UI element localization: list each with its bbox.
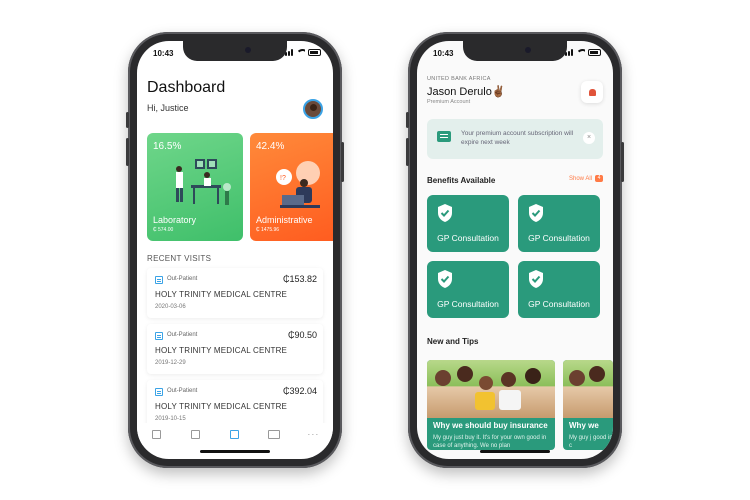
phone-button bbox=[126, 112, 129, 128]
visit-amount: ₵153.82 bbox=[282, 274, 317, 284]
administrative-card[interactable]: 42.4% !? Administrative ₵ 1475.96 bbox=[250, 133, 333, 241]
card-amount: ₵ 574.00 bbox=[153, 227, 174, 233]
home-indicator bbox=[200, 450, 270, 453]
benefit-label: GP Consultation bbox=[528, 299, 590, 309]
news-title: Why we bbox=[569, 421, 599, 430]
phone-button bbox=[406, 112, 409, 128]
avatar[interactable] bbox=[303, 99, 323, 119]
card-amount: ₵ 1475.96 bbox=[256, 227, 280, 233]
user-name: Jason Derulo✌🏾 bbox=[427, 86, 506, 98]
phone-button bbox=[406, 138, 409, 166]
news-description: My guy j good in c bbox=[569, 435, 613, 449]
card-icon bbox=[268, 429, 281, 439]
visit-type: Out-Patient bbox=[167, 388, 198, 394]
laboratory-illustration-icon bbox=[176, 159, 231, 205]
benefits-screen: 10:43 UNITED BANK AFRICA Jason Derulo✌🏾 … bbox=[417, 41, 613, 459]
visit-amount: ₵90.50 bbox=[287, 330, 317, 340]
page-title: Dashboard bbox=[147, 79, 226, 96]
family-photo bbox=[427, 360, 555, 418]
message-icon bbox=[437, 131, 451, 142]
news-title: Why we should buy insurance bbox=[433, 421, 548, 430]
news-heading: New and Tips bbox=[427, 337, 479, 346]
benefits-heading: Benefits Available bbox=[427, 176, 496, 185]
tab-records[interactable] bbox=[188, 427, 204, 441]
close-icon[interactable]: × bbox=[583, 132, 595, 144]
bank-name: UNITED BANK AFRICA bbox=[427, 76, 491, 82]
visit-facility: HOLY TRINITY MEDICAL CENTRE bbox=[155, 402, 288, 411]
document-icon bbox=[155, 388, 163, 396]
more-icon: ··· bbox=[307, 429, 320, 439]
wifi-icon bbox=[576, 49, 585, 56]
document-icon bbox=[191, 429, 201, 439]
benefit-label: GP Consultation bbox=[437, 233, 499, 243]
card-percent: 42.4% bbox=[256, 141, 285, 152]
bottom-tab-bar: ··· bbox=[137, 423, 333, 445]
notice-text: Your premium account subscription will e… bbox=[461, 130, 574, 146]
wifi-icon bbox=[296, 49, 305, 56]
phone-button bbox=[341, 142, 344, 182]
shield-check-icon bbox=[529, 204, 543, 222]
visit-date: 2020-03-06 bbox=[155, 304, 186, 310]
status-time: 10:43 bbox=[153, 49, 174, 58]
benefit-card[interactable]: GP Consultation bbox=[518, 261, 600, 318]
card-percent: 16.5% bbox=[153, 141, 182, 152]
tab-hospital[interactable] bbox=[149, 427, 165, 441]
visit-item[interactable]: Out-Patient ₵90.50 HOLY TRINITY MEDICAL … bbox=[147, 324, 323, 374]
laboratory-card[interactable]: 16.5% Laboratory ₵ 574.00 bbox=[147, 133, 243, 241]
news-description: My guy just buy it. It's for your own go… bbox=[433, 435, 547, 449]
benefit-card[interactable]: GP Consultation bbox=[427, 261, 509, 318]
visit-type: Out-Patient bbox=[167, 332, 198, 338]
shield-check-icon bbox=[438, 204, 452, 222]
visit-type: Out-Patient bbox=[167, 276, 198, 282]
show-all-label: Show All bbox=[568, 175, 592, 182]
card-label: Laboratory bbox=[153, 215, 197, 225]
subscription-notice: Your premium account subscription will e… bbox=[427, 119, 603, 159]
tab-card[interactable] bbox=[266, 427, 282, 441]
hospital-icon bbox=[152, 429, 162, 439]
visit-date: 2019-12-29 bbox=[155, 360, 186, 366]
phone-dashboard: 10:43 Dashboard Hi, Justice 16.5% Labora… bbox=[126, 32, 344, 468]
svg-text:!?: !? bbox=[280, 175, 286, 182]
tab-more[interactable]: ··· bbox=[305, 427, 321, 441]
tab-dashboard[interactable] bbox=[227, 427, 243, 441]
notch bbox=[183, 41, 287, 61]
notification-button[interactable] bbox=[581, 81, 603, 103]
battery-icon bbox=[308, 49, 321, 56]
document-icon bbox=[155, 276, 163, 284]
visit-item[interactable]: Out-Patient ₵153.82 HOLY TRINITY MEDICAL… bbox=[147, 268, 323, 318]
account-type: Premium Account bbox=[427, 99, 471, 105]
monitor-icon bbox=[230, 429, 240, 439]
shield-check-icon bbox=[529, 270, 543, 288]
administrative-illustration-icon: !? bbox=[276, 161, 320, 208]
dashboard-screen: 10:43 Dashboard Hi, Justice 16.5% Labora… bbox=[137, 41, 333, 459]
document-icon bbox=[155, 332, 163, 340]
phone-button bbox=[621, 142, 624, 182]
visit-amount: ₵392.04 bbox=[282, 386, 317, 396]
show-all-badge: 4 bbox=[595, 175, 603, 182]
news-card[interactable]: Why we My guy j good in c bbox=[563, 360, 613, 450]
benefit-label: GP Consultation bbox=[437, 299, 499, 309]
news-card[interactable]: Why we should buy insurance My guy just … bbox=[427, 360, 555, 450]
card-label: Administrative bbox=[256, 215, 313, 225]
visit-facility: HOLY TRINITY MEDICAL CENTRE bbox=[155, 346, 288, 355]
family-photo bbox=[563, 360, 613, 418]
bell-icon bbox=[588, 88, 596, 96]
status-time: 10:43 bbox=[433, 49, 454, 58]
notch bbox=[463, 41, 567, 61]
greeting: Hi, Justice bbox=[147, 103, 189, 113]
benefit-card[interactable]: GP Consultation bbox=[427, 195, 509, 252]
shield-check-icon bbox=[438, 270, 452, 288]
phone-benefits: 10:43 UNITED BANK AFRICA Jason Derulo✌🏾 … bbox=[406, 32, 624, 468]
battery-icon bbox=[588, 49, 601, 56]
benefit-card[interactable]: GP Consultation bbox=[518, 195, 600, 252]
benefit-label: GP Consultation bbox=[528, 233, 590, 243]
show-all-link[interactable]: Show All 4 bbox=[569, 175, 603, 182]
recent-visits-heading: RECENT VISITS bbox=[147, 254, 212, 263]
phone-button bbox=[126, 138, 129, 166]
home-indicator bbox=[480, 450, 550, 453]
visit-facility: HOLY TRINITY MEDICAL CENTRE bbox=[155, 290, 288, 299]
visit-date: 2019-10-15 bbox=[155, 416, 186, 422]
